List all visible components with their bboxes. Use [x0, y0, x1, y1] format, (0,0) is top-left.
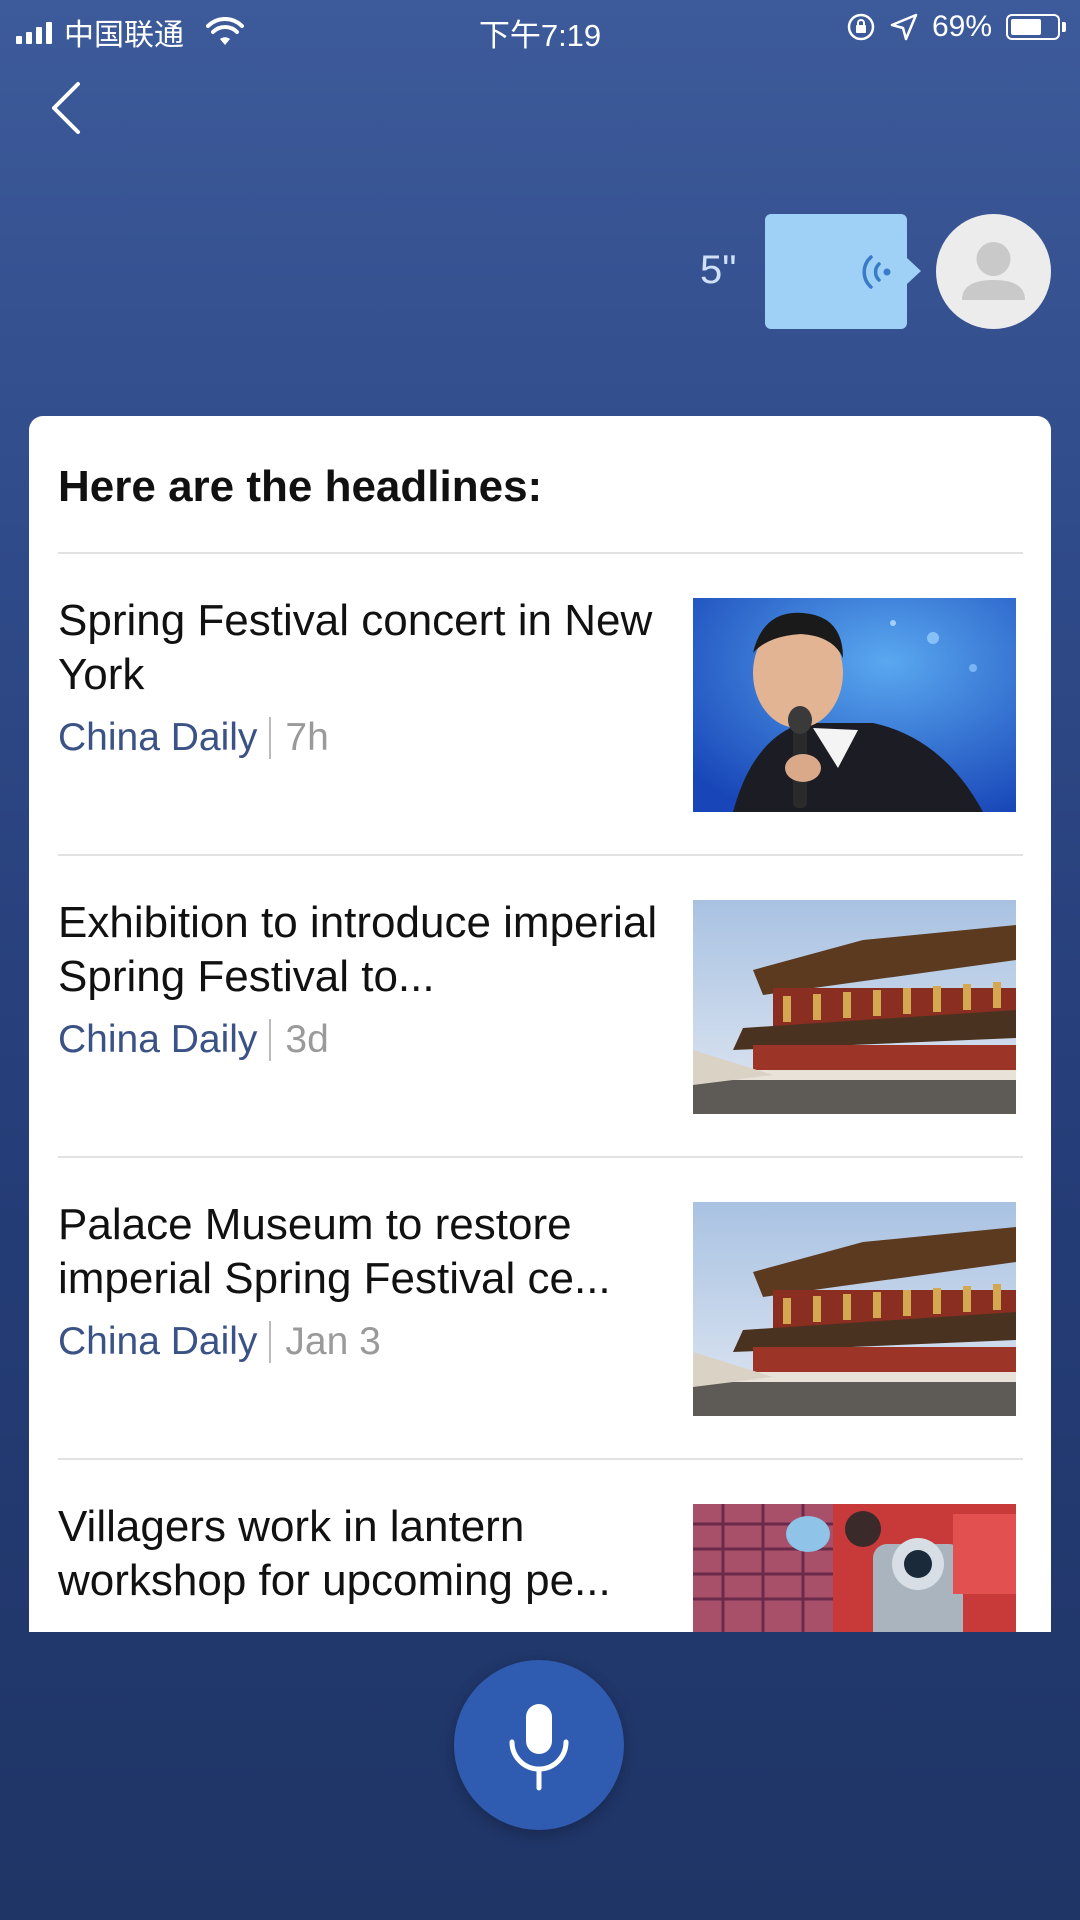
news-item[interactable]: Villagers work in lantern workshop for u…	[29, 1460, 1051, 1632]
news-source[interactable]: China Daily	[58, 1018, 257, 1062]
battery-icon	[1006, 14, 1066, 40]
news-headline: Exhibition to introduce imperial Spring …	[58, 898, 658, 1001]
news-meta: China Daily 3d	[58, 1018, 329, 1062]
meta-separator	[269, 717, 272, 759]
man-with-microphone-image	[693, 598, 1016, 812]
headlines-card: Here are the headlines: Spring Festival …	[29, 416, 1051, 1632]
microphone-button[interactable]	[454, 1660, 624, 1830]
meta-separator	[269, 1321, 272, 1363]
news-item[interactable]: Spring Festival concert in New York Chin…	[29, 554, 1051, 854]
news-thumbnail[interactable]	[693, 598, 1016, 812]
voice-duration: 5"	[700, 248, 737, 292]
user-avatar[interactable]	[936, 214, 1051, 329]
palace-building-image	[693, 1202, 1016, 1416]
news-item[interactable]: Exhibition to introduce imperial Spring …	[29, 856, 1051, 1156]
news-time: Jan 3	[285, 1320, 381, 1363]
sound-wave-icon	[862, 255, 891, 289]
location-icon	[890, 13, 918, 41]
meta-separator	[269, 1019, 272, 1061]
news-headline: Villagers work in lantern workshop for u…	[58, 1502, 611, 1605]
news-thumbnail[interactable]	[693, 1202, 1016, 1416]
rotation-lock-icon	[847, 13, 875, 41]
news-meta: China Daily Jan 3	[58, 1320, 381, 1364]
user-avatar-icon	[962, 242, 1025, 300]
lantern-workshop-image	[693, 1504, 1016, 1632]
news-time: 3d	[285, 1018, 329, 1061]
status-bar: 中国联通 下午7:19 69%	[0, 0, 1080, 54]
card-title: Here are the headlines:	[58, 462, 543, 511]
battery-percent: 69%	[931, 10, 992, 43]
news-source[interactable]: China Daily	[58, 716, 257, 760]
news-headline: Palace Museum to restore imperial Spring…	[58, 1200, 611, 1303]
news-thumbnail[interactable]	[693, 900, 1016, 1114]
chevron-left-icon	[52, 82, 80, 134]
news-thumbnail[interactable]	[693, 1504, 1016, 1632]
back-button[interactable]	[44, 78, 88, 138]
news-headline: Spring Festival concert in New York	[58, 596, 653, 699]
news-item[interactable]: Palace Museum to restore imperial Spring…	[29, 1158, 1051, 1458]
news-meta: China Daily 7h	[58, 716, 329, 760]
news-source[interactable]: China Daily	[58, 1320, 257, 1364]
palace-building-image	[693, 900, 1016, 1114]
news-time: 7h	[285, 716, 329, 759]
microphone-icon	[509, 1704, 569, 1791]
voice-message-bubble[interactable]	[765, 214, 921, 329]
